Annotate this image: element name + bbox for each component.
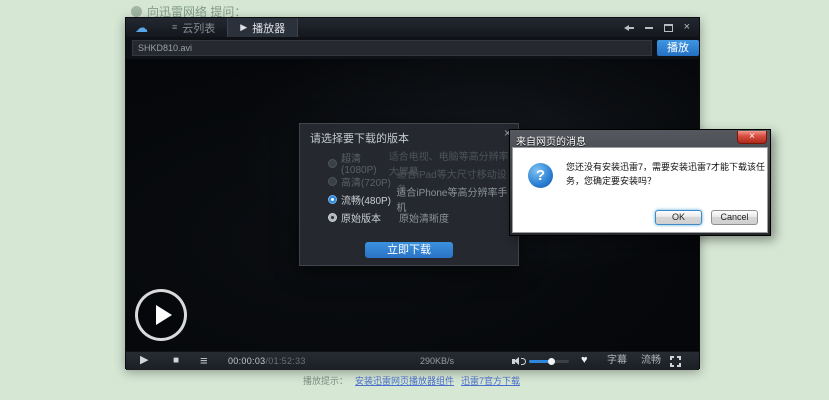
title-tab-bar: ☁ ≡ 云列表 ▶ 播放器 × bbox=[126, 18, 699, 37]
footer-prefix: 播放提示： bbox=[303, 377, 348, 386]
big-play-triangle-icon bbox=[156, 305, 172, 325]
background-page-icon bbox=[131, 6, 142, 17]
speaker-wave bbox=[521, 358, 526, 365]
message-dialog-titlebar: 来自网页的消息 × bbox=[512, 132, 768, 147]
volume-slider[interactable] bbox=[529, 360, 569, 363]
download-speed: 290KB/s bbox=[420, 357, 454, 366]
radio-480p[interactable] bbox=[328, 195, 337, 204]
option-label: 超清(1080P) bbox=[341, 150, 389, 176]
play-url-button[interactable]: 播放 bbox=[657, 40, 699, 56]
address-bar: SHKD810.avi 播放 bbox=[126, 37, 699, 59]
pin-icon[interactable] bbox=[624, 23, 634, 32]
version-options: 超清(1080P) 适合电视、电脑等高分辨率大屏幕 高清(720P) 适合iPa… bbox=[328, 154, 512, 226]
tab-player-label: 播放器 bbox=[252, 20, 285, 36]
ok-button[interactable]: OK bbox=[655, 210, 702, 225]
page-footer: 播放提示： 安装迅雷网页播放器组件 迅雷7官方下载 bbox=[303, 377, 520, 386]
pin-tail bbox=[629, 27, 634, 29]
minimize-button[interactable] bbox=[645, 27, 653, 29]
play-tab-icon: ▶ bbox=[240, 23, 247, 32]
play-button[interactable]: ▶ bbox=[140, 355, 148, 366]
player-control-bar: ▶ ■ ≡ 00:00:03/01:52:33 290KB/s ♥ 字幕 流畅 bbox=[126, 351, 699, 370]
message-dialog-close-button[interactable]: × bbox=[737, 131, 767, 144]
time-display: 00:00:03/01:52:33 bbox=[228, 357, 306, 366]
tab-player[interactable]: ▶ 播放器 bbox=[227, 18, 298, 37]
footer-link-download[interactable]: 迅雷7官方下载 bbox=[461, 377, 520, 386]
webpage-message-dialog: 来自网页的消息 × ? 您还没有安装迅雷7，需要安装迅雷7才能下载该任务，您确定… bbox=[509, 129, 771, 236]
message-dialog-buttons: OK Cancel bbox=[655, 210, 758, 225]
message-dialog-body: ? 您还没有安装迅雷7，需要安装迅雷7才能下载该任务，您确定要安装吗？ OK C… bbox=[512, 147, 768, 233]
download-dialog-title: 请选择要下载的版本 bbox=[310, 130, 409, 146]
download-now-button[interactable]: 立即下载 bbox=[365, 242, 453, 258]
volume-knob[interactable] bbox=[548, 358, 555, 365]
speaker-cone bbox=[514, 357, 519, 365]
download-version-dialog: 请选择要下载的版本 × 超清(1080P) 适合电视、电脑等高分辨率大屏幕 高清… bbox=[299, 123, 519, 266]
option-desc: 原始清晰度 bbox=[399, 210, 449, 225]
window-buttons: × bbox=[624, 22, 699, 33]
list-icon: ≡ bbox=[172, 23, 177, 32]
radio-1080p[interactable] bbox=[328, 159, 337, 168]
tab-cloud-list[interactable]: ≡ 云列表 bbox=[160, 18, 227, 37]
message-text: 您还没有安装迅雷7，需要安装迅雷7才能下载该任务，您确定要安装吗？ bbox=[566, 160, 766, 189]
playlist-button[interactable]: ≡ bbox=[200, 354, 208, 367]
volume-icon[interactable] bbox=[512, 357, 527, 366]
radio-720p[interactable] bbox=[328, 177, 337, 186]
stop-button[interactable]: ■ bbox=[173, 356, 179, 366]
maximize-button[interactable] bbox=[664, 24, 673, 32]
option-label: 原始版本 bbox=[341, 210, 399, 225]
version-option-480p[interactable]: 流畅(480P) 适合iPhone等高分辨率手机 bbox=[328, 190, 512, 208]
favorite-button[interactable]: ♥ bbox=[581, 355, 588, 366]
time-current: 00:00:03 bbox=[228, 356, 265, 366]
quality-button[interactable]: 流畅 bbox=[641, 356, 661, 366]
time-total: 01:52:33 bbox=[268, 356, 305, 366]
fullscreen-button[interactable] bbox=[670, 356, 681, 367]
question-icon: ? bbox=[528, 163, 553, 188]
cancel-button[interactable]: Cancel bbox=[711, 210, 758, 225]
subtitle-button[interactable]: 字幕 bbox=[607, 356, 627, 366]
big-play-button[interactable] bbox=[135, 289, 187, 341]
close-button[interactable]: × bbox=[684, 22, 690, 33]
cloud-icon: ☁ bbox=[135, 21, 148, 34]
radio-original[interactable] bbox=[328, 213, 337, 222]
filename-input[interactable]: SHKD810.avi bbox=[132, 40, 652, 56]
footer-link-install[interactable]: 安装迅雷网页播放器组件 bbox=[355, 377, 454, 386]
option-label: 高清(720P) bbox=[341, 174, 397, 189]
option-label: 流畅(480P) bbox=[341, 192, 396, 207]
tab-cloud-list-label: 云列表 bbox=[182, 20, 215, 36]
